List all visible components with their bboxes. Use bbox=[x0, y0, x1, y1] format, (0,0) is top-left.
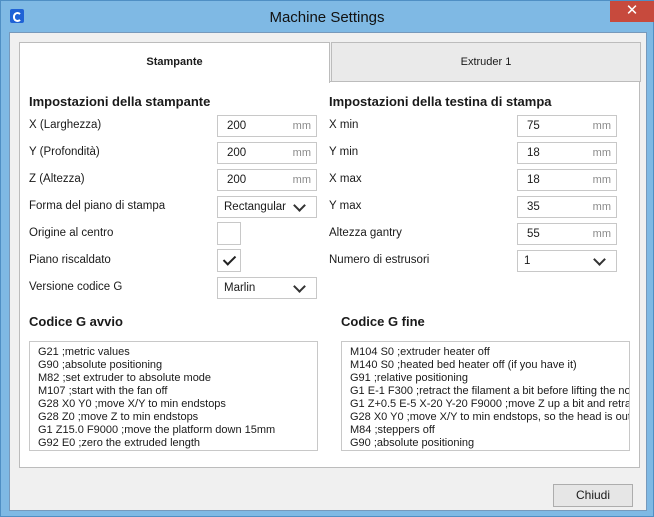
x-min-field[interactable]: 75 mm bbox=[517, 115, 617, 137]
y-max-unit: mm bbox=[592, 201, 611, 213]
tab-stampante[interactable]: Stampante bbox=[19, 42, 330, 83]
build-plate-shape-value: Rectangular bbox=[224, 201, 287, 213]
extruder-count-label: Numero di estrusori bbox=[329, 254, 430, 266]
start-gcode-editor[interactable]: G21 ;metric values G90 ;absolute positio… bbox=[29, 341, 318, 451]
heated-bed-checkbox[interactable] bbox=[217, 249, 241, 272]
settings-panel: Impostazioni della stampante X (Larghezz… bbox=[19, 81, 640, 468]
y-min-unit: mm bbox=[592, 147, 611, 159]
gcode-flavor-select[interactable]: Marlin bbox=[217, 277, 317, 299]
start-gcode-line: M107 ;start with the fan off bbox=[38, 385, 168, 397]
chevron-down-icon bbox=[293, 199, 306, 212]
z-height-unit: mm bbox=[292, 174, 311, 186]
chevron-down-icon bbox=[593, 253, 606, 266]
x-max-field[interactable]: 18 mm bbox=[517, 169, 617, 191]
heated-bed-label: Piano riscaldato bbox=[29, 254, 111, 266]
printhead-settings-title: Impostazioni della testina di stampa bbox=[329, 94, 552, 109]
end-gcode-line: M104 S0 ;extruder heater off bbox=[350, 346, 490, 358]
x-max-label: X max bbox=[329, 173, 362, 185]
extruder-count-value: 1 bbox=[524, 255, 531, 267]
x-min-value: 75 bbox=[527, 120, 540, 132]
gantry-height-value: 55 bbox=[527, 228, 540, 240]
gantry-height-field[interactable]: 55 mm bbox=[517, 223, 617, 245]
y-depth-unit: mm bbox=[292, 147, 311, 159]
window-title: Machine Settings bbox=[269, 9, 385, 26]
x-max-value: 18 bbox=[527, 174, 540, 186]
end-gcode-title: Codice G fine bbox=[341, 314, 425, 329]
z-height-label: Z (Altezza) bbox=[29, 173, 85, 185]
start-gcode-title: Codice G avvio bbox=[29, 314, 123, 329]
x-width-field[interactable]: 200 mm bbox=[217, 115, 317, 137]
x-width-label: X (Larghezza) bbox=[29, 119, 102, 131]
x-width-value: 200 bbox=[227, 120, 247, 132]
y-max-field[interactable]: 35 mm bbox=[517, 196, 617, 218]
machine-settings-window: Machine Settings ✕ Stampante Extruder 1 … bbox=[0, 0, 654, 517]
origin-at-center-label: Origine al centro bbox=[29, 227, 114, 239]
window-close-button[interactable]: ✕ bbox=[610, 1, 654, 22]
start-gcode-line: M82 ;set extruder to absolute mode bbox=[38, 372, 212, 384]
y-depth-label: Y (Profondità) bbox=[29, 146, 100, 158]
x-min-unit: mm bbox=[592, 120, 611, 132]
end-gcode-line: G1 E-1 F300 ;retract the filament a bit … bbox=[350, 385, 629, 397]
y-min-field[interactable]: 18 mm bbox=[517, 142, 617, 164]
end-gcode-line: M140 S0 ;heated bed heater off (if you h… bbox=[350, 359, 577, 371]
gantry-height-label: Altezza gantry bbox=[329, 227, 402, 239]
gcode-flavor-value: Marlin bbox=[224, 282, 256, 294]
y-depth-field[interactable]: 200 mm bbox=[217, 142, 317, 164]
y-min-label: Y min bbox=[329, 146, 359, 158]
x-max-unit: mm bbox=[592, 174, 611, 186]
checkmark-icon bbox=[222, 252, 237, 266]
start-gcode-line: G1 Z15.0 F9000 ;move the platform down 1… bbox=[38, 424, 276, 436]
z-height-value: 200 bbox=[227, 174, 247, 186]
end-gcode-line: G91 ;relative positioning bbox=[350, 372, 469, 384]
x-min-label: X min bbox=[329, 119, 359, 131]
end-gcode-line: M84 ;steppers off bbox=[350, 424, 435, 436]
x-width-unit: mm bbox=[292, 120, 311, 132]
start-gcode-line: G21 ;metric values bbox=[38, 346, 130, 358]
end-gcode-line: G1 Z+0.5 E-5 X-20 Y-20 F9000 ;move Z up … bbox=[350, 398, 630, 410]
end-gcode-line: G90 ;absolute positioning bbox=[350, 437, 475, 449]
close-button[interactable]: Chiudi bbox=[553, 484, 633, 507]
y-depth-value: 200 bbox=[227, 147, 247, 159]
y-max-value: 35 bbox=[527, 201, 540, 213]
dialog-body: Stampante Extruder 1 Impostazioni della … bbox=[9, 32, 647, 511]
end-gcode-editor[interactable]: M104 S0 ;extruder heater off M140 S0 ;he… bbox=[341, 341, 630, 451]
tab-extruder-1[interactable]: Extruder 1 bbox=[331, 42, 641, 82]
build-plate-shape-label: Forma del piano di stampa bbox=[29, 200, 166, 212]
start-gcode-line: G28 X0 Y0 ;move X/Y to min endstops bbox=[38, 398, 226, 410]
origin-at-center-checkbox[interactable] bbox=[217, 222, 241, 245]
gantry-height-unit: mm bbox=[592, 228, 611, 240]
printer-settings-title: Impostazioni della stampante bbox=[29, 94, 211, 109]
z-height-field[interactable]: 200 mm bbox=[217, 169, 317, 191]
extruder-count-select[interactable]: 1 bbox=[517, 250, 617, 272]
gcode-flavor-label: Versione codice G bbox=[29, 281, 123, 293]
start-gcode-line: G92 E0 ;zero the extruded length bbox=[38, 437, 201, 449]
end-gcode-line: G28 X0 Y0 ;move X/Y to min endstops, so … bbox=[350, 411, 630, 423]
chevron-down-icon bbox=[293, 280, 306, 293]
build-plate-shape-select[interactable]: Rectangular bbox=[217, 196, 317, 218]
start-gcode-line: G90 ;absolute positioning bbox=[38, 359, 163, 371]
y-max-label: Y max bbox=[329, 200, 362, 212]
title-bar: Machine Settings ✕ bbox=[1, 1, 654, 33]
y-min-value: 18 bbox=[527, 147, 540, 159]
start-gcode-line: G28 Z0 ;move Z to min endstops bbox=[38, 411, 199, 423]
